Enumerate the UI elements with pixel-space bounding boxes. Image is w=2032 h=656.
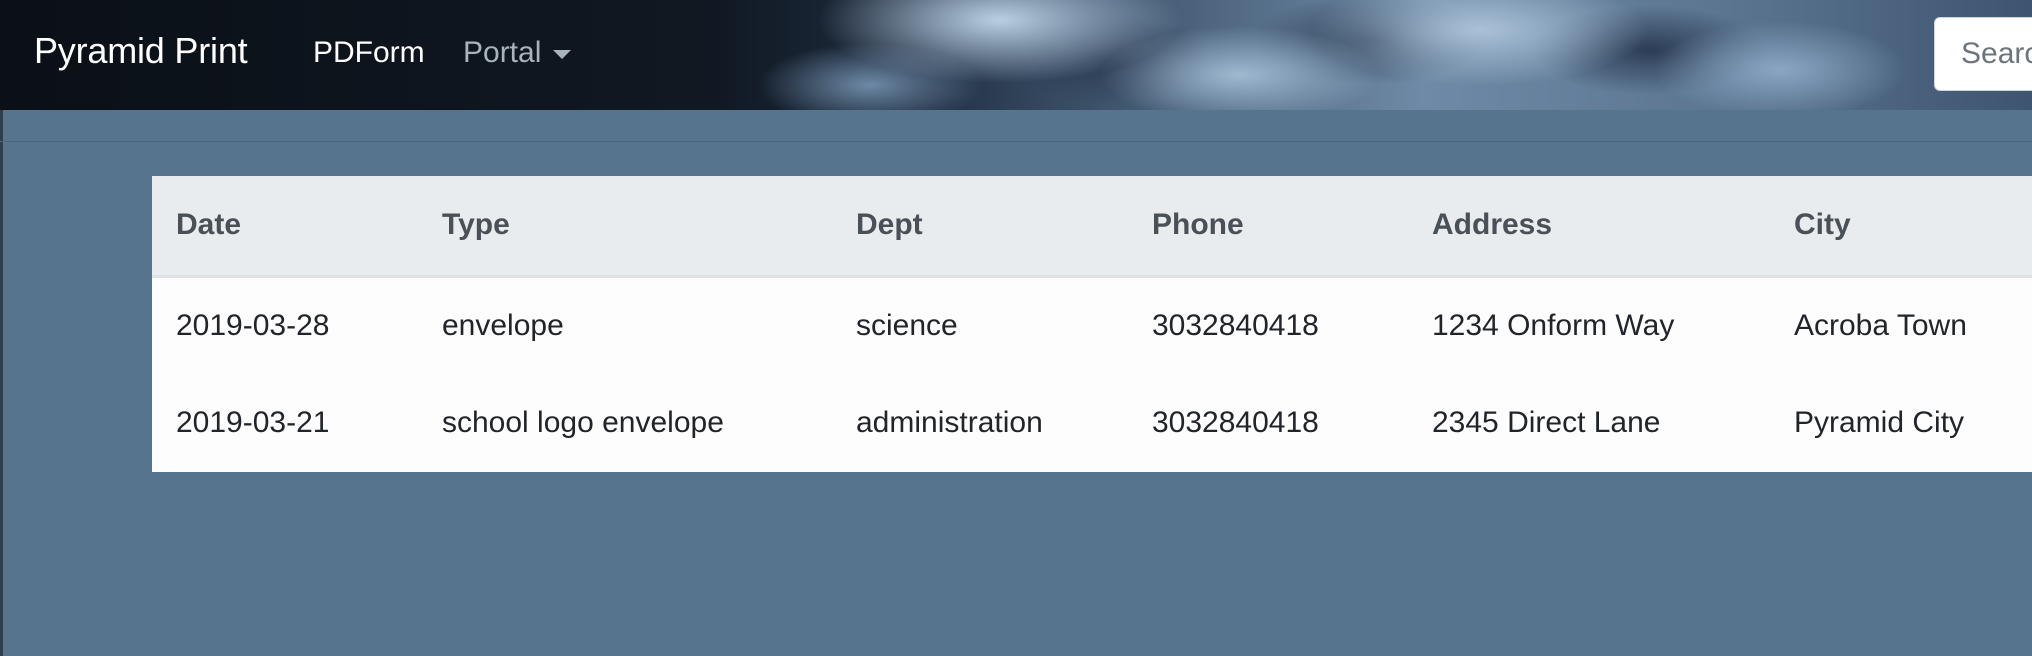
cell-address: 2345 Direct Lane (1432, 406, 1661, 439)
nav-link-pdform[interactable]: PDForm (313, 36, 425, 70)
column-header-date: Date (152, 176, 418, 278)
cell-type: envelope (442, 308, 564, 342)
cell-dept: science (856, 308, 958, 342)
table-row[interactable]: 2019-03-28 envelope science 3032840418 1… (152, 276, 2032, 374)
cell-date: 2019-03-28 (176, 308, 330, 342)
cell-phone: 3032840418 (1152, 406, 1319, 439)
column-header-type: Type (418, 176, 832, 278)
cell-date: 2019-03-21 (176, 406, 330, 439)
header-divider (0, 141, 2032, 142)
caret-down-icon (553, 49, 572, 59)
orders-table-container: Date Type Dept Phone Address City 2019-0… (152, 176, 2032, 472)
column-header-city: City (1770, 176, 2032, 278)
column-header-phone: Phone (1128, 176, 1408, 278)
column-header-dept: Dept (832, 176, 1128, 278)
cell-city: Acroba Town (1794, 308, 1967, 342)
search-box[interactable] (1934, 17, 2032, 91)
brand-link[interactable]: Pyramid Print (34, 30, 248, 72)
cell-type: school logo envelope (442, 406, 724, 439)
cell-phone: 3032840418 (1152, 308, 1319, 342)
search-input[interactable] (1961, 37, 2032, 71)
table-row[interactable]: 2019-03-21 school logo envelope administ… (152, 374, 2032, 472)
top-navbar: Pyramid Print PDForm Portal (0, 0, 2032, 110)
column-header-address: Address (1408, 176, 1770, 278)
table-header-row: Date Type Dept Phone Address City (152, 176, 2032, 278)
nav-dropdown-portal[interactable]: Portal (463, 36, 572, 70)
orders-table: Date Type Dept Phone Address City 2019-0… (152, 176, 2032, 472)
cell-city: Pyramid City (1794, 406, 1965, 439)
cell-address: 1234 Onform Way (1432, 308, 1675, 342)
cell-dept: administration (856, 406, 1043, 439)
nav-dropdown-portal-label: Portal (463, 36, 542, 69)
